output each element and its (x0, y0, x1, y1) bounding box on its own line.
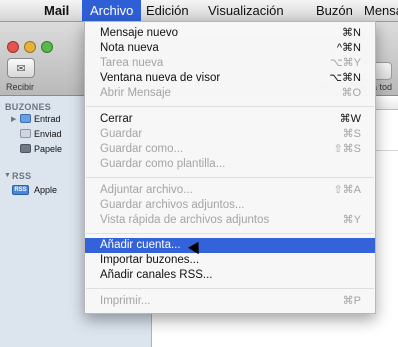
disclosure-triangle-icon[interactable]: ▶ (11, 115, 16, 123)
shortcut-label: ⌘S (342, 128, 361, 140)
sidebar-item-rss-apple[interactable]: Apple (34, 185, 57, 195)
close-window-button[interactable] (7, 41, 19, 53)
menu-item-label: Vista rápida de archivos adjuntos (100, 214, 270, 226)
menu-item-imprimir: Imprimir... ⌘P (85, 294, 375, 309)
menu-item-abrir-mensaje: Abrir Mensaje ⌘O (85, 86, 375, 101)
shortcut-label: ⌘P (342, 295, 361, 307)
menu-item-guardar-archivos-adjuntos: Guardar archivos adjuntos... (85, 198, 375, 213)
trash-icon (20, 144, 31, 153)
mailboxes-section-header: BUZONES (5, 102, 52, 112)
menu-separator (86, 233, 374, 234)
menu-item-adjuntar-archivo: Adjuntar archivo... ⇧⌘A (85, 183, 375, 198)
shortcut-label: ⌘O (341, 87, 361, 99)
inbox-icon (20, 114, 31, 123)
sidebar-item-trash[interactable]: Papele (34, 144, 62, 154)
menu-item-nota-nueva[interactable]: Nota nueva ^⌘N (85, 41, 375, 56)
shortcut-label: ⌘W (339, 113, 361, 125)
shortcut-label: ⇧⌘A (333, 184, 361, 196)
rss-feed-icon: RSS (12, 185, 29, 195)
menu-item-guardar-como: Guardar como... ⇧⌘S (85, 142, 375, 157)
menu-visualizacion[interactable]: Visualización (200, 0, 292, 21)
menu-item-guardar: Guardar ⌘S (85, 127, 375, 142)
menu-item-label: Añadir cuenta... (100, 239, 181, 251)
menu-item-anadir-cuenta[interactable]: Añadir cuenta... (85, 238, 375, 253)
menu-item-label: Tarea nueva (100, 57, 164, 69)
menu-item-vista-rapida-adjuntos: Vista rápida de archivos adjuntos ⌘Y (85, 213, 375, 228)
get-mail-label: Recibir (6, 82, 35, 92)
menu-item-tarea-nueva: Tarea nueva ⌥⌘Y (85, 56, 375, 71)
menu-item-label: Nota nueva (100, 42, 159, 54)
shortcut-label: ⌘N (342, 27, 361, 39)
menu-item-label: Adjuntar archivo... (100, 184, 193, 196)
menu-item-label: Ventana nueva de visor (100, 72, 221, 84)
envelope-icon: ✉ (16, 62, 26, 75)
menu-separator (86, 177, 374, 178)
menu-separator (86, 288, 374, 289)
zoom-window-button[interactable] (41, 41, 53, 53)
menu-item-label: Guardar archivos adjuntos... (100, 199, 245, 211)
menu-separator (86, 106, 374, 107)
shortcut-label: ⌥⌘Y (329, 57, 361, 69)
menu-item-label: Mensaje nuevo (100, 27, 178, 39)
get-mail-button[interactable]: ✉ (7, 58, 35, 78)
sidebar-item-inbox[interactable]: Entrad (34, 114, 61, 124)
apple-menu-icon[interactable] (10, 0, 36, 21)
sidebar-item-sent[interactable]: Enviad (34, 129, 62, 139)
menu-mail[interactable]: Mail (36, 0, 77, 21)
menu-item-cerrar[interactable]: Cerrar ⌘W (85, 112, 375, 127)
menu-archivo[interactable]: Archivo (82, 0, 142, 21)
shortcut-label: ⌥⌘N (329, 72, 361, 84)
menu-item-label: Cerrar (100, 113, 133, 125)
menu-item-anadir-canales-rss[interactable]: Añadir canales RSS... (85, 268, 375, 283)
minimize-window-button[interactable] (24, 41, 36, 53)
menu-item-label: Imprimir... (100, 295, 151, 307)
menu-item-label: Guardar como... (100, 143, 184, 155)
sent-icon (20, 129, 31, 138)
disclosure-triangle-icon[interactable]: ▼ (4, 172, 11, 179)
menu-edicion[interactable]: Edición (138, 0, 197, 21)
menu-item-guardar-como-plantilla: Guardar como plantilla... (85, 157, 375, 172)
menu-item-label: Añadir canales RSS... (100, 269, 213, 281)
menu-item-importar-buzones[interactable]: Importar buzones... (85, 253, 375, 268)
archivo-menu: Mensaje nuevo ⌘N Nota nueva ^⌘N Tarea nu… (84, 21, 376, 314)
menu-item-label: Guardar como plantilla... (100, 158, 226, 170)
menu-item-ventana-nueva-de-visor[interactable]: Ventana nueva de visor ⌥⌘N (85, 71, 375, 86)
menu-item-label: Importar buzones... (100, 254, 200, 266)
menu-bar: Mail Archivo Edición Visualización Buzón… (0, 0, 398, 22)
menu-mensaje[interactable]: Mensaje (356, 0, 398, 21)
menu-item-label: Guardar (100, 128, 143, 140)
shortcut-label: ⇧⌘S (333, 143, 361, 155)
rss-section-header: RSS (12, 171, 32, 181)
menu-item-mensaje-nuevo[interactable]: Mensaje nuevo ⌘N (85, 26, 375, 41)
shortcut-label: ⌘Y (342, 214, 361, 226)
menu-buzon[interactable]: Buzón (308, 0, 361, 21)
shortcut-label: ^⌘N (336, 42, 361, 54)
menu-item-label: Abrir Mensaje (100, 87, 171, 99)
